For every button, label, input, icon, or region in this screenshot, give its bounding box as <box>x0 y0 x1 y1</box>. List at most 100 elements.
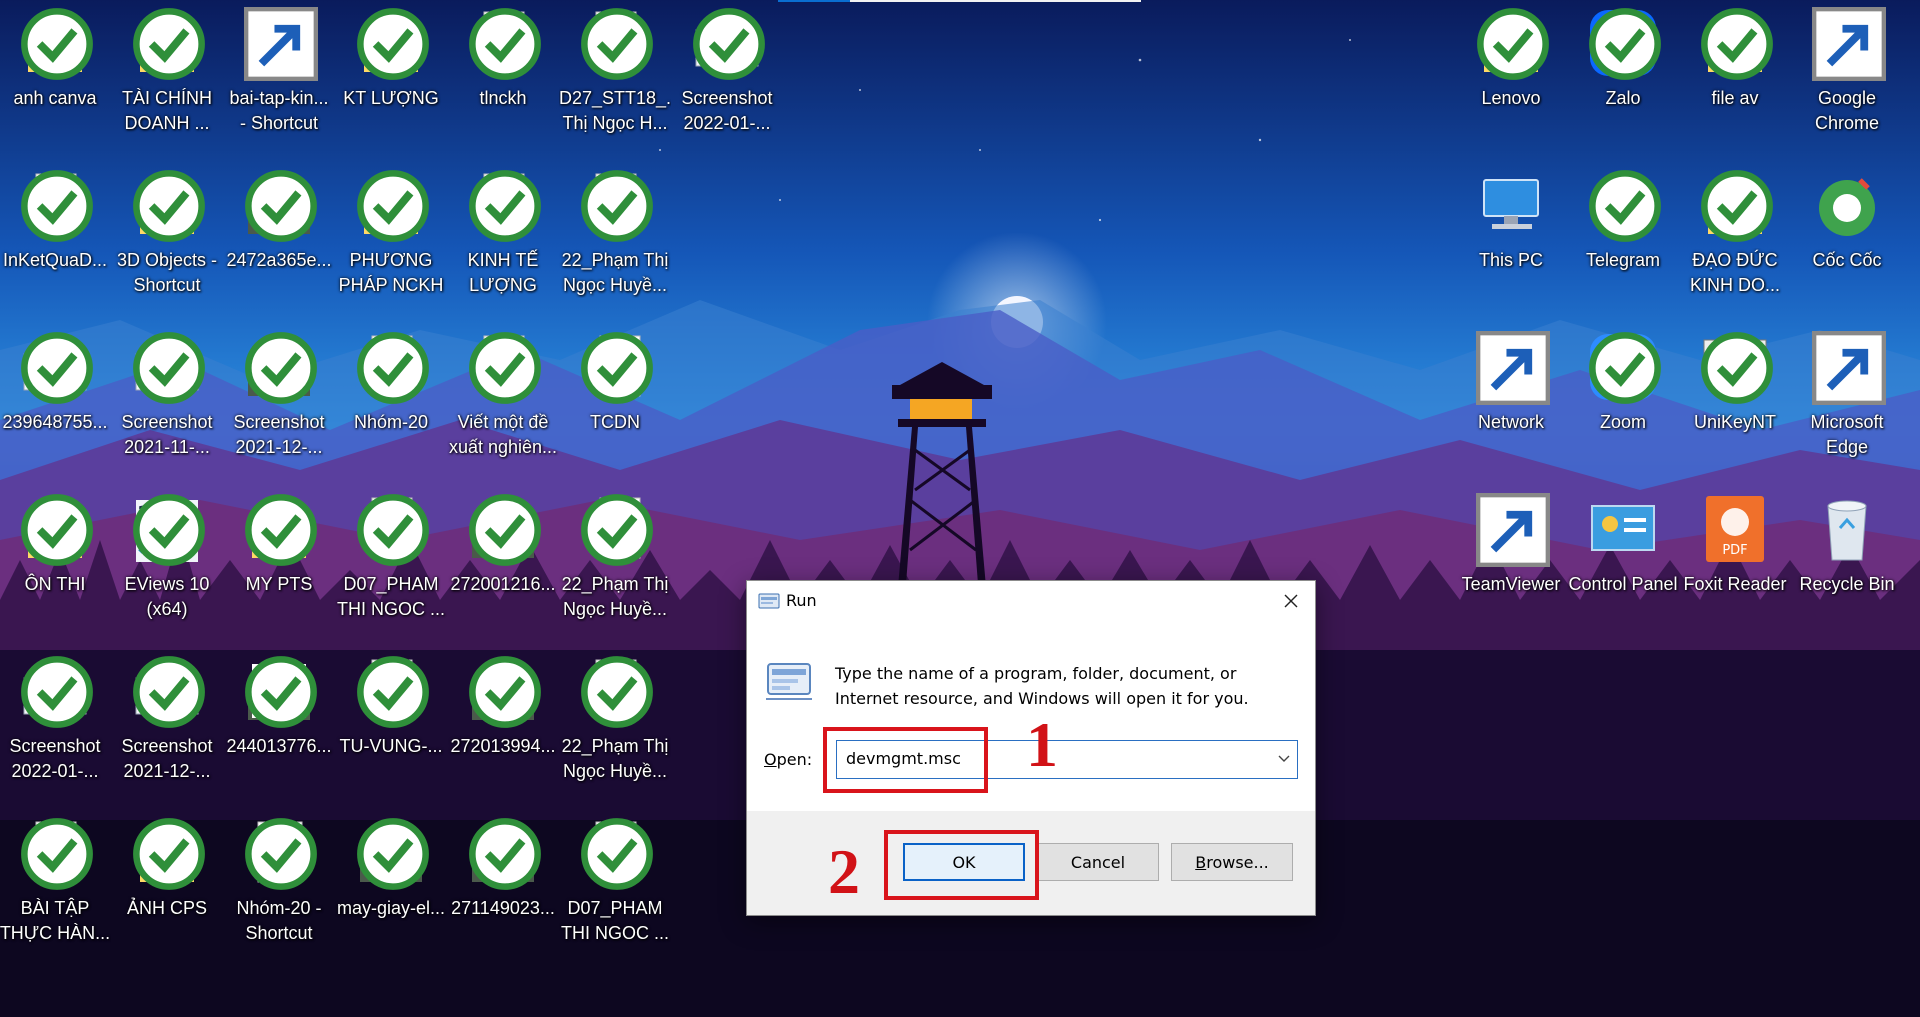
desktop-icon[interactable]: PDF Foxit Reader <box>1679 486 1791 644</box>
icon-label: 22_Phạm Thị Ngọc Huyề... <box>561 574 669 619</box>
desktop-icon[interactable]: Screenshot 2022-01-... <box>671 0 783 158</box>
icon-label: Screenshot 2021-12-... <box>233 412 325 457</box>
icon-image <box>1474 168 1548 244</box>
run-app-icon <box>766 663 812 700</box>
icon-image <box>578 6 653 82</box>
icon-image <box>1698 168 1773 244</box>
desktop-icon[interactable]: W D07_PHAM THI NGOC ... <box>559 810 671 968</box>
icon-image <box>130 6 205 82</box>
desktop-icon[interactable]: Nhóm-20 <box>335 324 447 482</box>
icon-label: D27_STT18_... Thị Ngọc H... <box>559 88 671 133</box>
desktop-icon[interactable]: TeamViewer <box>1455 486 1567 644</box>
icon-label: Screenshot 2022-01-... <box>681 88 773 133</box>
desktop-icon[interactable]: KT LƯỢNG <box>335 0 447 158</box>
icon-image <box>242 654 317 730</box>
icon-image: PDF <box>1698 492 1772 568</box>
desktop-icon[interactable]: Wtlnckh <box>447 0 559 158</box>
desktop-icon[interactable]: 2472a365e... <box>223 162 335 320</box>
desktop-icon[interactable]: Zalo Zalo <box>1567 0 1679 158</box>
icon-image <box>130 816 205 892</box>
desktop-icon[interactable]: 272001216... <box>447 486 559 644</box>
desktop-icon[interactable]: Screenshot 2021-11-... <box>111 324 223 482</box>
icon-label: 22_Phạm Thị Ngọc Huyề... <box>561 736 669 781</box>
desktop-icon[interactable]: 22_Phạm Thị Ngọc Huyề... <box>559 648 671 806</box>
icon-label: 2472a365e... <box>226 250 332 270</box>
desktop-icon[interactable]: X TCDN <box>559 324 671 482</box>
desktop-icon[interactable]: Recycle Bin <box>1791 486 1903 644</box>
sync-status-icon <box>469 332 541 404</box>
sync-status-icon <box>133 332 205 404</box>
desktop-icon[interactable]: PHƯƠNG PHÁP NCKH <box>335 162 447 320</box>
cancel-button[interactable]: Cancel <box>1037 843 1159 881</box>
desktop-icon[interactable]: W Viết một đề xuất nghiên... <box>447 324 559 482</box>
icon-label: Screenshot 2021-11-... <box>121 412 213 457</box>
desktop-icon[interactable]: W KINH TẾ LƯỢNG <box>447 162 559 320</box>
icon-image <box>1474 492 1550 568</box>
desktop-icon[interactable]: ĐẠO ĐỨC KINH DO... <box>1679 162 1791 320</box>
desktop-icon[interactable]: This PC <box>1455 162 1567 320</box>
desktop-icon[interactable]: Telegram <box>1567 162 1679 320</box>
sync-status-icon <box>357 332 429 404</box>
close-button[interactable] <box>1267 581 1315 621</box>
desktop-icon[interactable]: bai-tap-kin... - Shortcut <box>223 0 335 158</box>
desktop-icon[interactable]: Screenshot 2021-12-... <box>223 324 335 482</box>
desktop-icon[interactable]: InKetQuaD... <box>0 162 111 320</box>
desktop-icon[interactable]: W BÀI TẬP THỰC HÀN... <box>0 810 111 968</box>
icon-label: MY PTS <box>245 574 313 594</box>
icon-label: Screenshot 2022-01-... <box>9 736 101 781</box>
browse-mnemonic: B <box>1195 852 1207 872</box>
desktop-icon[interactable]: Network <box>1455 324 1567 482</box>
icon-image <box>1586 168 1661 244</box>
desktop-icon[interactable]: uni UniKeyNT <box>1679 324 1791 482</box>
annotation-step-2: 2 <box>828 836 860 907</box>
icon-image <box>354 492 429 568</box>
desktop-icon[interactable]: Lenovo <box>1455 0 1567 158</box>
desktop-icon[interactable]: anh canva <box>0 0 111 158</box>
sync-status-icon <box>133 656 205 728</box>
chevron-down-icon[interactable] <box>1277 753 1291 765</box>
sync-status-icon <box>1701 170 1773 242</box>
sync-status-icon <box>357 494 429 566</box>
desktop-icon[interactable]: Google Chrome <box>1791 0 1903 158</box>
desktop-icon[interactable]: 3D Objects - Shortcut <box>111 162 223 320</box>
desktop-icon[interactable]: Microsoft Edge <box>1791 324 1903 482</box>
shortcut-arrow-icon <box>1476 493 1550 567</box>
taskbar-edge-accent <box>778 0 850 2</box>
desktop-icon[interactable]: 272013994... <box>447 648 559 806</box>
desktop-icon[interactable]: file av <box>1679 0 1791 158</box>
desktop-icon[interactable]: 10 EViews 10 (x64) <box>111 486 223 644</box>
desktop-icon[interactable]: 271149023... <box>447 810 559 968</box>
desktop-icon[interactable]: TU-VUNG-... <box>335 648 447 806</box>
desktop-icon[interactable]: PDF Nhóm-20 - Shortcut <box>223 810 335 968</box>
icon-image <box>130 654 205 730</box>
icon-label: Zoom <box>1599 412 1646 432</box>
icon-label: anh canva <box>13 88 97 108</box>
sync-status-icon <box>357 8 429 80</box>
desktop-icon[interactable]: X 22_Phạm Thị Ngọc Huyề... <box>559 486 671 644</box>
run-titlebar[interactable]: Run <box>747 581 1315 621</box>
sync-status-icon <box>357 818 429 890</box>
desktop-icon[interactable]: D27_STT18_... Thị Ngọc H... <box>559 0 671 158</box>
icon-image <box>242 6 318 82</box>
desktop-icon[interactable]: Screenshot 2022-01-... <box>0 648 111 806</box>
sync-status-icon <box>21 170 93 242</box>
sync-status-icon <box>1589 8 1661 80</box>
desktop-icon[interactable]: 244013776... <box>223 648 335 806</box>
desktop-icon[interactable]: ẢNH CPS <box>111 810 223 968</box>
sync-status-icon <box>133 494 205 566</box>
desktop-icon[interactable]: D07_PHAM THI NGOC ... <box>335 486 447 644</box>
desktop-icon[interactable]: Control Panel <box>1567 486 1679 644</box>
browse-button[interactable]: Browse... <box>1171 843 1293 881</box>
desktop-icon[interactable]: Cốc Cốc <box>1791 162 1903 320</box>
desktop-icon[interactable]: TÀI CHÍNH DOANH ... <box>111 0 223 158</box>
desktop-icon[interactable]: Screenshot 2021-12-... <box>111 648 223 806</box>
icon-label: Network <box>1477 412 1544 432</box>
desktop-icon[interactable]: MY PTS <box>223 486 335 644</box>
desktop-icon[interactable]: W 22_Phạm Thị Ngọc Huyề... <box>559 162 671 320</box>
sync-status-icon <box>133 8 205 80</box>
desktop-icon[interactable]: 239648755... <box>0 324 111 482</box>
desktop-icon[interactable]: Zoom <box>1567 324 1679 482</box>
desktop-icon[interactable]: may-giay-el... <box>335 810 447 968</box>
icon-image <box>1474 330 1550 406</box>
desktop-icon[interactable]: ÔN THI <box>0 486 111 644</box>
